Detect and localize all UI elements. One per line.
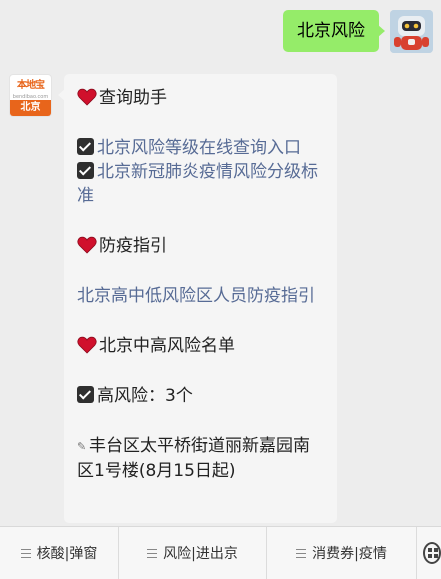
high-risk-count-text: 高风险：3个 — [97, 386, 193, 406]
incoming-message-bubble: 查询助手 北京风险等级在线查询入口 北京新冠肺炎疫情风险分级标准 防疫指引 北京… — [58, 74, 337, 523]
pin-icon: ✎ — [77, 440, 87, 453]
heart-icon — [77, 88, 97, 106]
incoming-message-row: 本地宝 bendibao.com 北京 查询助手 北京风险等级在线查询入口 北京… — [9, 74, 337, 523]
section-risk-list-title: 北京中高风险名单 — [99, 336, 235, 356]
menu-item-risk-travel[interactable]: 风险|进出京 — [119, 527, 267, 579]
keyboard-icon — [423, 542, 441, 564]
bottom-menu-bar: 核酸|弹窗 风险|进出京 消费券|疫情 — [0, 526, 441, 579]
section-query-helper: 查询助手 — [77, 86, 325, 110]
high-risk-count: 高风险：3个 — [77, 384, 325, 408]
section-prevention-guide-title: 防疫指引 — [99, 236, 167, 256]
avatar-city-label: 北京 — [10, 100, 51, 116]
risk-classification-link-text[interactable]: 北京新冠肺炎疫情风险分级标准 — [77, 162, 318, 206]
section-prevention-guide: 防疫指引 — [77, 234, 325, 258]
menu-icon — [147, 548, 158, 558]
bendibao-avatar[interactable]: 本地宝 bendibao.com 北京 — [9, 74, 52, 117]
risk-location-text: 丰台区太平桥街道丽新嘉园南区1号楼(8月15日起) — [77, 436, 310, 481]
menu-item-label: 消费券|疫情 — [312, 546, 387, 562]
keyboard-switch-button[interactable] — [417, 527, 441, 579]
risk-level-query-link-text[interactable]: 北京风险等级在线查询入口 — [97, 138, 301, 158]
robot-avatar-icon — [390, 10, 433, 53]
risk-classification-link[interactable]: 北京新冠肺炎疫情风险分级标准 — [77, 160, 325, 208]
checkbox-icon — [77, 386, 94, 403]
menu-item-label: 风险|进出京 — [163, 546, 238, 562]
user-avatar[interactable] — [390, 10, 433, 53]
menu-item-nucleic-popup[interactable]: 核酸|弹窗 — [0, 527, 119, 579]
outgoing-message-text: 北京风险 — [297, 21, 365, 41]
risk-level-query-link[interactable]: 北京风险等级在线查询入口 — [77, 136, 325, 160]
section-query-helper-title: 查询助手 — [99, 88, 167, 108]
menu-item-label: 核酸|弹窗 — [36, 546, 98, 562]
heart-icon — [77, 236, 97, 254]
outgoing-message-row: 北京风险 — [283, 10, 433, 53]
outgoing-message-bubble[interactable]: 北京风险 — [283, 10, 385, 52]
menu-icon — [296, 548, 307, 558]
section-risk-list: 北京中高风险名单 — [77, 334, 325, 358]
menu-item-voucher-epidemic[interactable]: 消费券|疫情 — [267, 527, 417, 579]
prevention-guide-link[interactable]: 北京高中低风险区人员防疫指引 — [77, 284, 325, 308]
heart-icon — [77, 336, 97, 354]
menu-icon — [20, 548, 31, 558]
checkbox-icon — [77, 162, 94, 179]
risk-location-item: ✎ 丰台区太平桥街道丽新嘉园南区1号楼(8月15日起) — [77, 434, 325, 483]
avatar-logo-text: 本地宝 — [17, 80, 45, 91]
checkbox-icon — [77, 138, 94, 155]
